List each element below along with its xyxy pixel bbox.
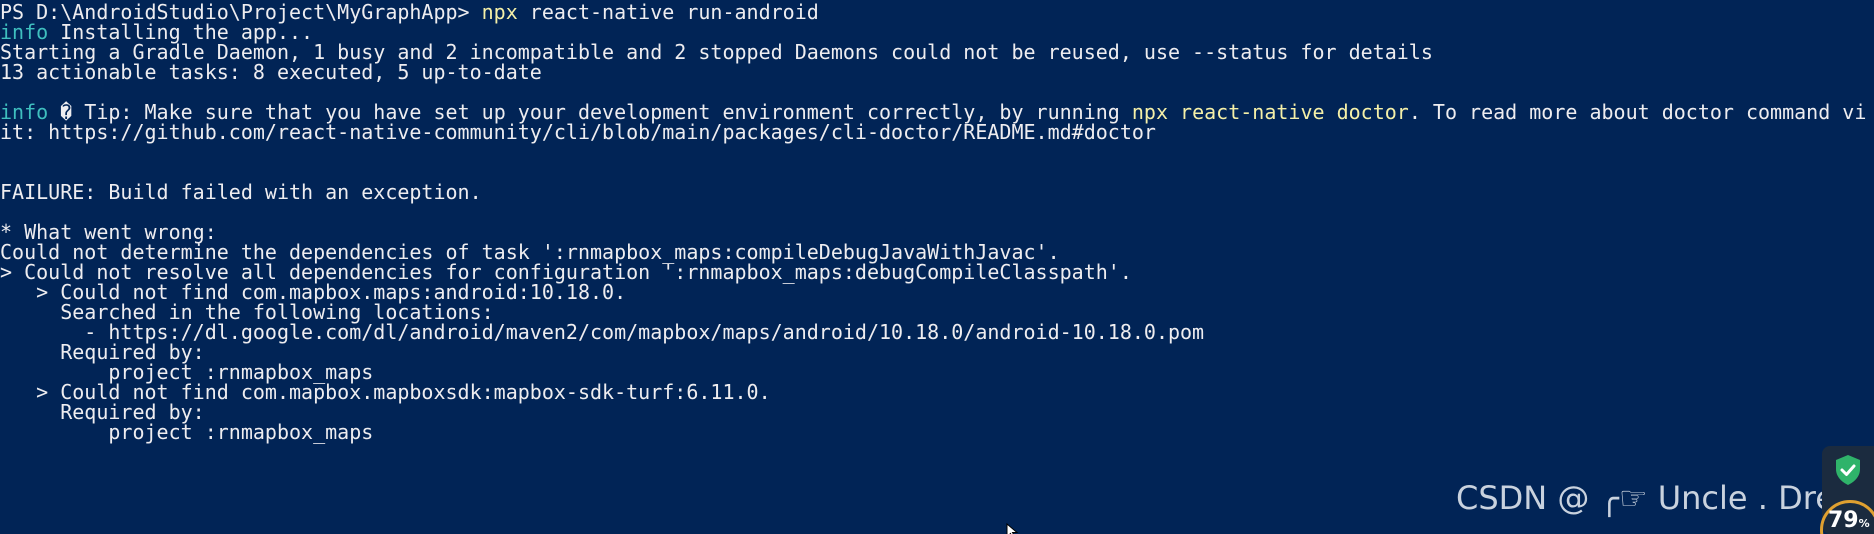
percent-value: 79 bbox=[1828, 508, 1859, 533]
info-tip-text-end: . To read more about doctor command vi bbox=[1408, 100, 1867, 124]
doctor-link-line: it: https://github.com/react-native-comm… bbox=[0, 120, 1156, 144]
csdn-watermark: CSDN @ ╭☞ Uncle . Drew bbox=[1456, 479, 1862, 517]
doctor-command: npx react-native doctor bbox=[1131, 100, 1409, 124]
mouse-cursor-icon bbox=[1006, 520, 1020, 534]
percent-readout: 79% bbox=[1828, 508, 1870, 534]
shield-check-icon bbox=[1836, 455, 1860, 485]
percent-sign: % bbox=[1858, 517, 1870, 530]
project-line: project :rnmapbox_maps bbox=[0, 420, 374, 444]
tasks-line: 13 actionable tasks: 8 executed, 5 up-to… bbox=[0, 60, 542, 84]
terminal-window[interactable]: PS D:\AndroidStudio\Project\MyGraphApp> … bbox=[0, 0, 1874, 534]
command-args: react-native run-android bbox=[517, 0, 819, 24]
failure-line: FAILURE: Build failed with an exception. bbox=[0, 180, 482, 204]
command-exe: npx bbox=[481, 0, 518, 24]
